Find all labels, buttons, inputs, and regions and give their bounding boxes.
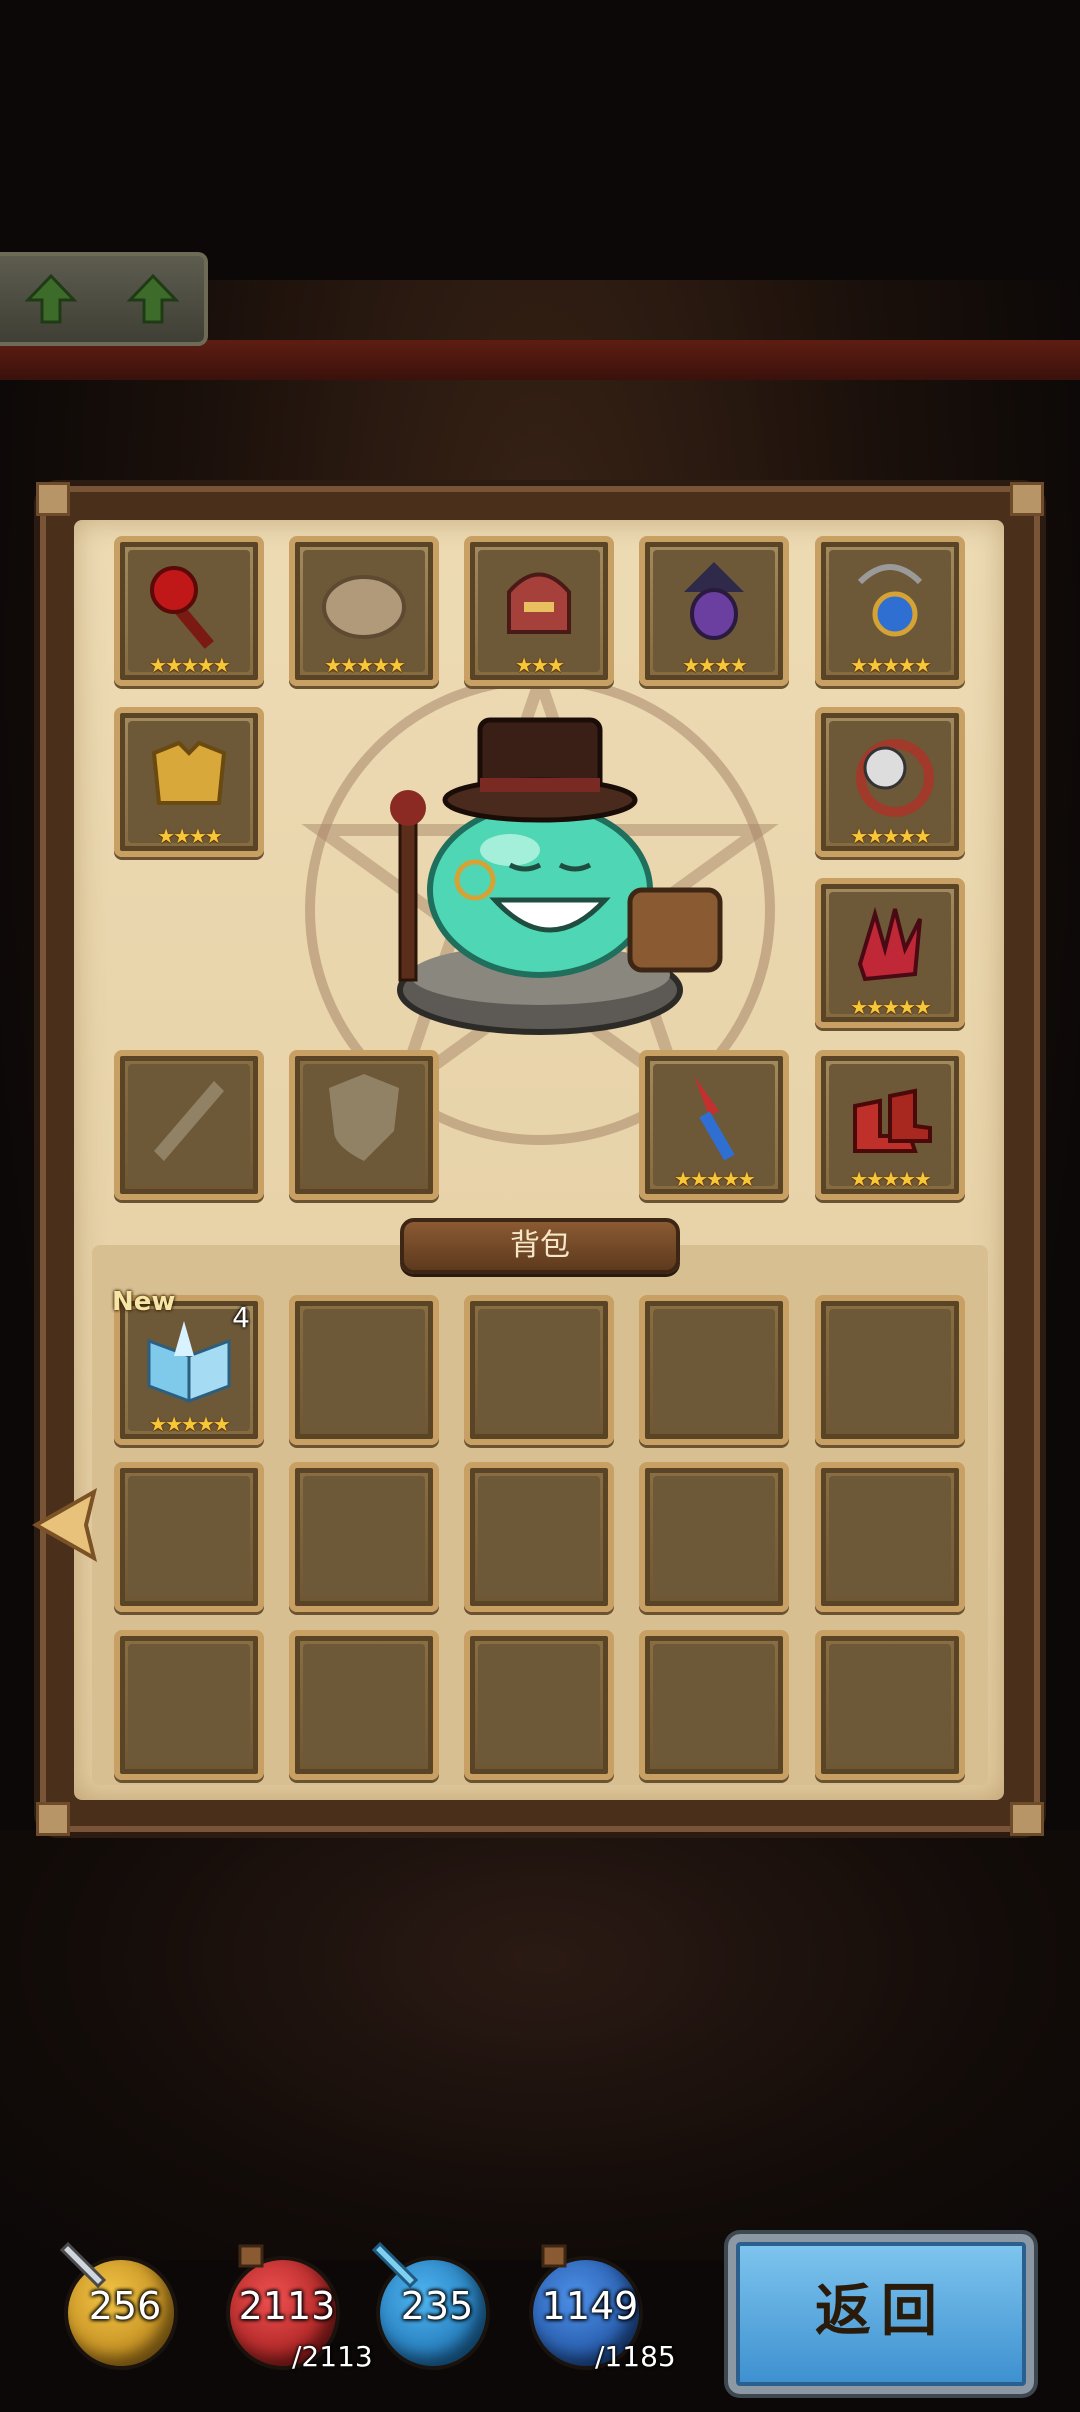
ice-book-icon [147,1321,231,1404]
backpack-slot-item[interactable]: New 4 ★★★★★ [112,1287,264,1445]
horned-helmet-icon [507,572,571,634]
equip-slot-boots[interactable]: ★★★★★ [815,1050,965,1200]
backpack-slot-empty[interactable] [464,1630,614,1780]
equip-slot-empty-shield[interactable] [289,1050,439,1200]
defense-value: 235 [400,2284,474,2328]
crystal-dagger-icon [694,1076,735,1161]
star-rating: ★★★★★ [850,824,932,848]
panel-corner [36,1802,70,1836]
slot-bg [829,1309,951,1431]
slot-bg [128,1476,250,1598]
item-count: 4 [232,1301,250,1334]
star-rating: ★★★★★ [674,1167,756,1191]
hp-value: 2113 [238,2284,336,2328]
equip-slot-gloves[interactable]: ★★★★★ [815,878,965,1028]
backpack-slot-empty[interactable] [815,1630,965,1780]
star-rating: ★★★★ [682,653,748,677]
slot-bg [128,1644,250,1766]
stat-mana: 1149 /1185 [515,2238,676,2388]
mana-max: /1185 [595,2340,676,2373]
backpack-slot-empty[interactable] [114,1630,264,1780]
backpack-title: 背包 [400,1218,680,1274]
star-rating: ★★★★★ [850,995,932,1019]
red-mace-icon [150,566,214,649]
equip-slot-lantern[interactable]: ★★★★ [639,536,789,686]
slot-bg [653,1644,775,1766]
page-left-arrow-icon[interactable] [32,1488,102,1562]
slot-bg [478,1476,600,1598]
equip-slot-cloak[interactable]: ★★★★★ [289,536,439,686]
equip-slot-armor[interactable]: ★★★★ [114,707,264,857]
stat-defense: 235 [362,2238,512,2388]
equip-slot-necklace[interactable]: ★★★★★ [815,536,965,686]
new-badge: New [112,1287,176,1317]
backpack-slot-empty[interactable] [289,1630,439,1780]
star-rating: ★★★★★ [149,653,231,677]
red-boots-icon [853,1088,932,1153]
backpack-slot-empty[interactable] [815,1295,965,1445]
backpack-slot-empty[interactable] [114,1462,264,1612]
stat-hp: 2113 /2113 [212,2238,373,2388]
skull-ring-icon [856,739,934,817]
panel-corner [1010,1802,1044,1836]
slot-bg [303,1476,425,1598]
slot-bg [303,1309,425,1431]
hp-max: /2113 [292,2340,373,2373]
backpack-slot-empty[interactable] [639,1295,789,1445]
slot-bg [478,1644,600,1766]
backpack-slot-empty[interactable] [289,1462,439,1612]
panel-corner [1010,482,1044,516]
upgrade-arrows-panel[interactable] [0,252,208,346]
purple-lantern-icon [684,562,744,640]
equip-slot-empty-sword[interactable] [114,1050,264,1200]
backpack-slot-empty[interactable] [815,1462,965,1612]
slot-bg [829,1476,951,1598]
slot-bg [829,1644,951,1766]
cloth-bundle-icon [322,575,406,639]
equip-slot-ring[interactable]: ★★★★★ [815,707,965,857]
star-rating: ★★★★★ [149,1412,231,1436]
star-rating: ★★★★★ [850,1167,932,1191]
slime-gentleman-icon [390,717,723,1035]
return-button[interactable]: 返回 [728,2234,1034,2394]
backpack-slot-empty[interactable] [464,1295,614,1445]
slot-bg [478,1309,600,1431]
panel-corner [36,482,70,516]
star-rating: ★★★★★ [850,653,932,677]
up-arrow-icon [24,273,78,324]
red-crystal-gauntlet-icon [857,906,922,982]
star-rating: ★★★★ [157,824,223,848]
slot-bg [653,1476,775,1598]
dungeon-floor [0,1830,1080,2260]
backpack-slot-empty[interactable] [639,1630,789,1780]
amulet-icon [857,564,923,637]
backpack-slot-empty[interactable] [639,1462,789,1612]
backpack-slot-empty[interactable] [464,1462,614,1612]
equip-slot-helmet[interactable]: ★★★ [464,536,614,686]
star-rating: ★★★★★ [324,653,406,677]
mana-value: 1149 [541,2284,639,2328]
slot-bg [303,1644,425,1766]
sword-slot-placeholder-icon [154,1081,224,1161]
backpack-slot-empty[interactable] [289,1295,439,1445]
up-arrow-icon [126,273,180,324]
wall-band [0,340,1080,380]
slot-bg [653,1309,775,1431]
star-rating: ★★★ [515,653,565,677]
stat-attack: 256 [50,2238,200,2388]
shield-slot-placeholder-icon [329,1074,399,1161]
attack-value: 256 [88,2284,162,2328]
equip-slot-weapon[interactable]: ★★★★★ [114,536,264,686]
gold-armor-icon [151,740,227,805]
equip-slot-offhand[interactable]: ★★★★★ [639,1050,789,1200]
